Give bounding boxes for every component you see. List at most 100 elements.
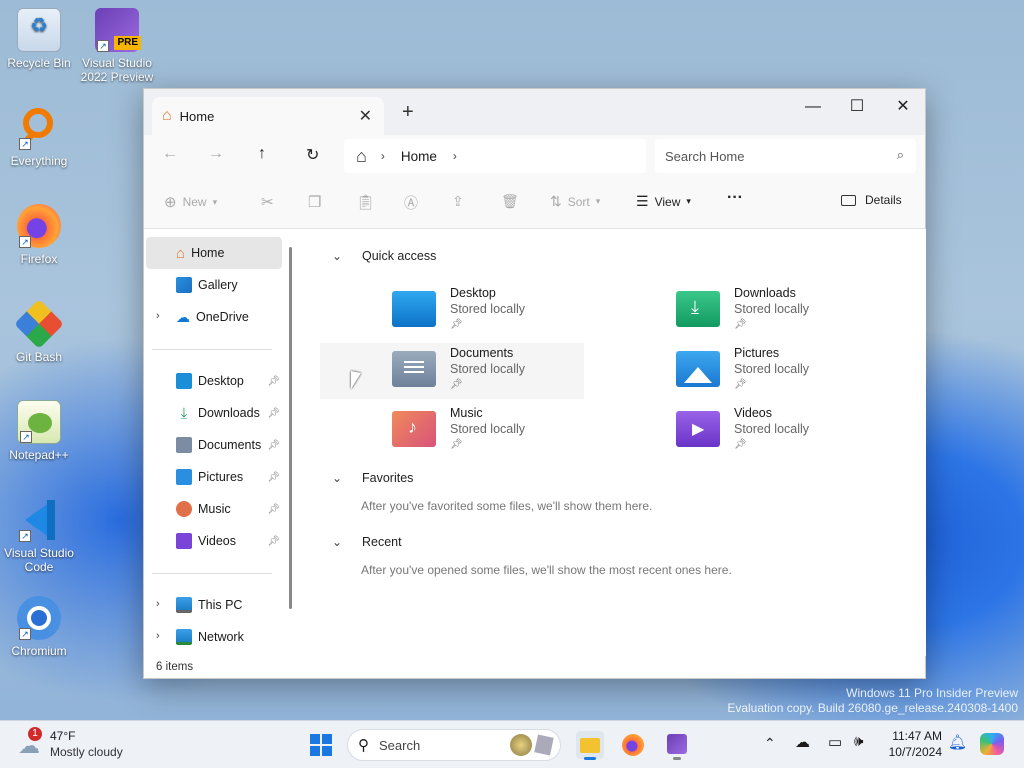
quick-access-item-music[interactable]: ♪ Music Stored locally 📌︎ <box>392 403 682 459</box>
sidebar-item-pictures[interactable]: Pictures 📌︎ <box>146 461 282 493</box>
maximize-button[interactable]: ☐ <box>834 93 880 123</box>
music-folder-icon: ♪ <box>392 411 436 447</box>
firefox-taskbar-icon[interactable] <box>619 731 647 759</box>
refresh-button[interactable]: ↻ <box>306 145 319 165</box>
section-favorites[interactable]: ⌄ Favorites <box>332 471 413 485</box>
chevron-down-icon: ▾ <box>686 196 691 206</box>
address-bar[interactable]: ⌂ › Home › <box>344 139 646 173</box>
close-tab-icon[interactable]: ✕ <box>359 106 372 126</box>
sidebar-scrollbar[interactable] <box>289 247 292 609</box>
sidebar-item-music[interactable]: Music 📌︎ <box>146 493 282 525</box>
desktop-icon-notepadpp[interactable]: ↗ Notepad++ <box>1 400 77 462</box>
forward-button[interactable]: → <box>208 145 224 163</box>
onedrive-status-icon[interactable]: ☁ <box>795 733 810 751</box>
minimize-button[interactable]: — <box>790 93 836 123</box>
desktop-icon-firefox[interactable]: ↗ Firefox <box>1 204 77 266</box>
desktop-icon-visual-studio[interactable]: ↗ PRE Visual Studio 2022 Preview <box>79 8 155 84</box>
sidebar-item-this-pc[interactable]: This PC <box>146 589 282 621</box>
sidebar-item-label: Documents <box>198 438 262 452</box>
quick-access-item-desktop[interactable]: Desktop Stored locally 📌︎ <box>392 283 682 339</box>
sidebar-item-label: Music <box>198 502 231 516</box>
volume-icon[interactable]: 🕪︎ <box>854 733 863 750</box>
sort-button[interactable]: ⇅ Sort ▾ <box>550 193 600 210</box>
taskbar-search-label: Search <box>379 737 421 753</box>
file-explorer-window: ⌂ Home ✕ + — ☐ ✕ ← → ↑ ↻ ⌂ › Home › Sear… <box>143 88 926 679</box>
pin-icon[interactable]: 📌︎ <box>267 376 280 387</box>
chevron-down-icon: ▾ <box>595 196 601 206</box>
sidebar-item-desktop[interactable]: Desktop 📌︎ <box>146 365 282 397</box>
breadcrumb[interactable]: Home <box>401 149 437 164</box>
tab-home[interactable]: ⌂ Home ✕ <box>152 97 384 135</box>
details-button[interactable]: Details <box>841 193 902 207</box>
close-window-button[interactable]: ✕ <box>880 93 926 123</box>
desktop-icon-vscode[interactable]: ↗ Visual Studio Code <box>1 498 77 574</box>
sidebar-item-downloads[interactable]: ⤓ Downloads 📌︎ <box>146 397 282 429</box>
pin-icon: 📌︎ <box>450 439 463 450</box>
vscode-icon: ↗ <box>17 498 61 542</box>
pin-icon[interactable]: 📌︎ <box>267 408 280 419</box>
sidebar-item-home[interactable]: ⌂ Home <box>146 237 282 269</box>
sidebar-item-label: Home <box>191 246 225 260</box>
new-tab-button[interactable]: + <box>402 101 414 124</box>
sidebar-item-label: Gallery <box>198 278 238 292</box>
shortcut-arrow-icon: ↗ <box>20 431 32 443</box>
new-button[interactable]: ⊕ New ▾ <box>164 193 217 211</box>
chevron-down-icon: ▾ <box>212 196 218 207</box>
more-options-button[interactable]: ··· <box>727 189 743 207</box>
pin-icon[interactable]: 📌︎ <box>267 536 280 547</box>
file-explorer-taskbar-icon[interactable] <box>576 731 604 760</box>
search-box[interactable]: Search Home ⌕ <box>655 139 916 173</box>
paste-button[interactable]: 📋︎ <box>356 193 375 211</box>
gallery-icon <box>176 277 192 293</box>
desktop-icon-recycle-bin[interactable]: ♻ Recycle Bin <box>1 8 77 70</box>
clock[interactable]: 11:47 AM 10/7/2024 <box>882 728 942 760</box>
network-status-icon[interactable]: ▭ <box>828 733 842 751</box>
desktop-icon-git-bash[interactable]: Git Bash <box>1 299 77 364</box>
start-button[interactable] <box>307 731 335 759</box>
chromium-icon: ↗ <box>17 596 61 640</box>
back-button[interactable]: ← <box>162 145 178 163</box>
weather-widget[interactable]: ☁ 1 47°F Mostly cloudy <box>16 727 136 763</box>
desktop-icon-everything[interactable]: ↗ Everything <box>1 106 77 168</box>
videos-folder-icon: ▶ <box>676 411 720 447</box>
sidebar-item-gallery[interactable]: Gallery <box>146 269 282 301</box>
everything-icon: ↗ <box>17 106 61 150</box>
chevron-right-icon[interactable]: › <box>453 149 457 163</box>
copy-button[interactable]: ❐ <box>308 193 321 211</box>
notification-badge: 1 <box>28 727 42 741</box>
shortcut-arrow-icon: ↗ <box>19 628 31 640</box>
show-hidden-icons-button[interactable]: ⌃ <box>764 735 776 752</box>
quick-access-item-pictures[interactable]: Pictures Stored locally 📌︎ <box>676 343 966 399</box>
desktop-icon-chromium[interactable]: ↗ Chromium <box>1 596 77 658</box>
pin-icon[interactable]: 📌︎ <box>267 504 280 515</box>
sidebar-item-documents[interactable]: Documents 📌︎ <box>146 429 282 461</box>
taskbar-search[interactable]: ⚲ Search <box>347 729 561 761</box>
view-button[interactable]: ☰ View ▾ <box>636 193 691 210</box>
cut-button[interactable]: ✂ <box>261 193 274 211</box>
documents-folder-icon <box>392 351 436 387</box>
videos-icon <box>176 533 192 549</box>
search-input[interactable]: Search Home <box>665 149 744 164</box>
rename-button[interactable]: Ⓐ <box>404 193 418 213</box>
share-button[interactable]: ⇪ <box>452 193 464 210</box>
up-button[interactable]: ↑ <box>258 145 266 163</box>
notification-bell-icon[interactable]: 🔔︎ <box>948 733 967 751</box>
search-highlight-icon <box>534 734 554 756</box>
item-name: Music <box>450 406 483 420</box>
status-bar-item-count: 6 items <box>156 661 194 673</box>
copilot-icon[interactable] <box>980 733 1004 755</box>
quick-access-item-videos[interactable]: ▶ Videos Stored locally 📌︎ <box>676 403 966 459</box>
sidebar-item-network[interactable]: Network <box>146 621 282 653</box>
quick-access-item-downloads[interactable]: ⤓ Downloads Stored locally 📌︎ <box>676 283 966 339</box>
delete-button[interactable]: 🗑︎ <box>501 193 519 210</box>
download-icon: ⤓ <box>180 404 188 422</box>
section-recent[interactable]: ⌄ Recent <box>332 535 402 549</box>
pin-icon[interactable]: 📌︎ <box>267 472 280 483</box>
sidebar-item-label: OneDrive <box>196 310 249 324</box>
sidebar-item-onedrive[interactable]: ☁ OneDrive <box>146 301 282 333</box>
sidebar-item-videos[interactable]: Videos 📌︎ <box>146 525 282 557</box>
clock-time: 11:47 AM <box>892 729 942 743</box>
pin-icon[interactable]: 📌︎ <box>267 440 280 451</box>
section-quick-access[interactable]: ⌄ Quick access <box>332 249 436 263</box>
visual-studio-taskbar-icon[interactable] <box>663 731 691 760</box>
